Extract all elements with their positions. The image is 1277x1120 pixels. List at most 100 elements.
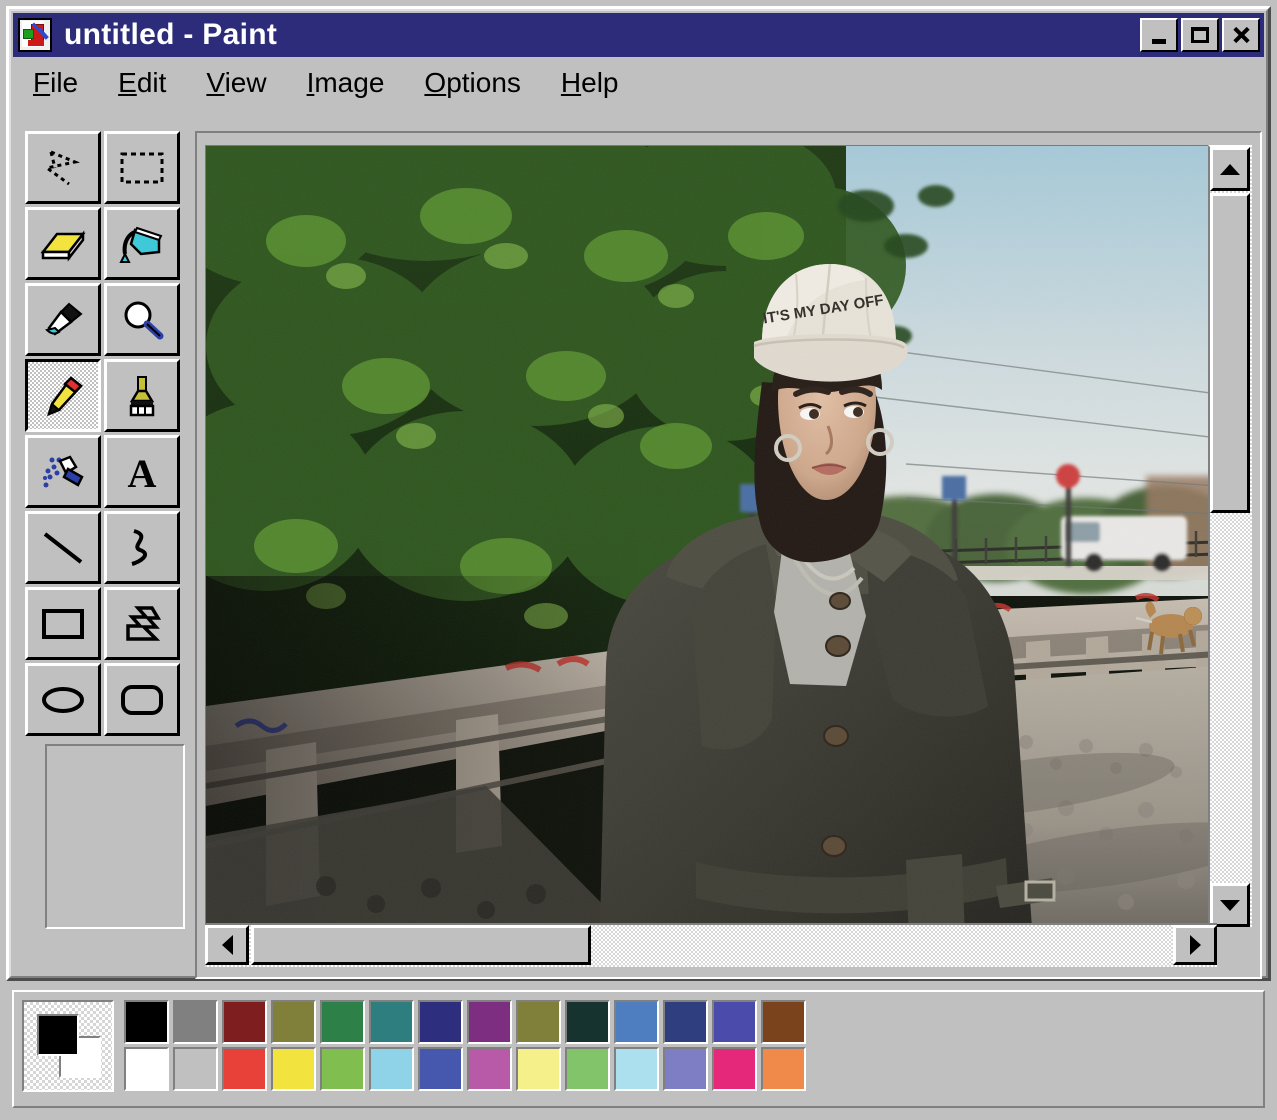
- pencil-tool[interactable]: [25, 359, 101, 432]
- palette-swatch[interactable]: [369, 1000, 414, 1044]
- arrow-up-icon: [1220, 163, 1240, 175]
- palette-swatch[interactable]: [516, 1047, 561, 1091]
- curve-icon: [131, 528, 147, 566]
- palette-swatch[interactable]: [418, 1047, 463, 1091]
- palette-swatch[interactable]: [712, 1047, 757, 1091]
- scroll-up-button[interactable]: [1210, 147, 1250, 191]
- palette-swatch[interactable]: [222, 1047, 267, 1091]
- scroll-right-button[interactable]: [1173, 925, 1217, 965]
- palette-swatch[interactable]: [320, 1000, 365, 1044]
- menu-item-help[interactable]: Help: [561, 67, 619, 99]
- eyedropper-icon: [45, 302, 83, 336]
- maximize-button[interactable]: [1181, 18, 1219, 52]
- arrow-left-icon: [221, 935, 233, 955]
- text-tool[interactable]: A: [104, 435, 180, 508]
- palette-swatch[interactable]: [565, 1047, 610, 1091]
- palette-swatch[interactable]: [320, 1047, 365, 1091]
- fill-tool[interactable]: [104, 207, 180, 280]
- minimize-icon: [1152, 38, 1166, 44]
- palette-swatch[interactable]: [516, 1000, 561, 1044]
- menu-item-view[interactable]: View: [206, 67, 266, 99]
- free-form-select-icon: [43, 150, 81, 185]
- canvas-photo: IT'S MY DAY OFF: [206, 146, 1217, 927]
- paint-application-window: untitled - Paint File Edit View Image Op…: [0, 0, 1277, 1120]
- palette-swatch[interactable]: [467, 1000, 512, 1044]
- palette-swatch[interactable]: [565, 1000, 610, 1044]
- arrow-down-icon: [1220, 899, 1240, 911]
- menu-label-file-rest: ile: [50, 67, 79, 98]
- rounded-rectangle-tool[interactable]: [104, 663, 180, 736]
- toolbox: A: [25, 131, 187, 739]
- palette-swatch[interactable]: [222, 1000, 267, 1044]
- palette-swatch[interactable]: [467, 1047, 512, 1091]
- menu-bar: File Edit View Image Options Help: [13, 61, 619, 105]
- ellipse-tool[interactable]: [25, 663, 101, 736]
- paint-bucket-icon: [119, 226, 163, 263]
- palette-swatch[interactable]: [271, 1000, 316, 1044]
- palette-swatch[interactable]: [124, 1000, 169, 1044]
- menu-item-image[interactable]: Image: [307, 67, 385, 99]
- horizontal-scroll-thumb[interactable]: [251, 925, 591, 965]
- window-controls: [1140, 18, 1260, 52]
- magnifier-icon: [124, 301, 164, 339]
- select-icon: [120, 152, 164, 183]
- magnifier-tool[interactable]: [104, 283, 180, 356]
- menu-label-help-rest: elp: [581, 67, 619, 98]
- horizontal-scrollbar[interactable]: [205, 923, 1217, 967]
- menu-label-edit-rest: dit: [136, 67, 167, 98]
- close-button[interactable]: [1222, 18, 1260, 52]
- palette-swatch[interactable]: [173, 1000, 218, 1044]
- select-tool[interactable]: [104, 131, 180, 204]
- palette-swatch[interactable]: [271, 1047, 316, 1091]
- scroll-left-button[interactable]: [205, 925, 249, 965]
- airbrush-tool[interactable]: [25, 435, 101, 508]
- eraser-tool[interactable]: [25, 207, 101, 280]
- color-indicator[interactable]: [22, 1000, 114, 1092]
- vertical-scrollbar[interactable]: [1208, 145, 1252, 927]
- eraser-icon: [40, 229, 86, 262]
- curve-tool[interactable]: [104, 511, 180, 584]
- airbrush-icon: [43, 454, 84, 487]
- window-title: untitled - Paint: [64, 18, 278, 51]
- palette-swatch[interactable]: [173, 1047, 218, 1091]
- menu-label-image-rest: mage: [314, 67, 385, 98]
- palette-swatch[interactable]: [761, 1047, 806, 1091]
- line-icon: [43, 531, 83, 564]
- palette-swatch[interactable]: [712, 1000, 757, 1044]
- minimize-button[interactable]: [1140, 18, 1178, 52]
- palette-swatches: [124, 1000, 808, 1092]
- line-tool[interactable]: [25, 511, 101, 584]
- svg-text:A: A: [128, 452, 157, 492]
- palette-swatch[interactable]: [663, 1000, 708, 1044]
- vertical-scroll-thumb[interactable]: [1210, 193, 1250, 513]
- menu-label-options-rest: ptions: [446, 67, 521, 98]
- color-palette-bar: [12, 990, 1265, 1108]
- palette-swatch[interactable]: [614, 1047, 659, 1091]
- menu-label-view-rest: iew: [224, 67, 267, 98]
- palette-swatch[interactable]: [369, 1047, 414, 1091]
- scroll-down-button[interactable]: [1210, 883, 1250, 927]
- canvas-viewport[interactable]: IT'S MY DAY OFF: [205, 145, 1217, 927]
- foreground-color-swatch[interactable]: [37, 1014, 79, 1056]
- rounded-rectangle-icon: [121, 684, 163, 715]
- rectangle-tool[interactable]: [25, 587, 101, 660]
- free-form-select-tool[interactable]: [25, 131, 101, 204]
- photograph: IT'S MY DAY OFF: [206, 146, 1217, 927]
- menu-item-options[interactable]: Options: [424, 67, 521, 99]
- canvas-area: IT'S MY DAY OFF: [195, 131, 1262, 979]
- tool-options-panel: [45, 744, 185, 929]
- paintbrush-icon: [129, 375, 155, 416]
- palette-swatch[interactable]: [418, 1000, 463, 1044]
- title-bar[interactable]: untitled - Paint: [13, 13, 1264, 57]
- text-icon: A: [128, 452, 157, 492]
- menu-item-edit[interactable]: Edit: [118, 67, 166, 99]
- brush-tool[interactable]: [104, 359, 180, 432]
- palette-swatch[interactable]: [124, 1047, 169, 1091]
- close-icon: [1232, 26, 1250, 44]
- palette-swatch[interactable]: [614, 1000, 659, 1044]
- menu-item-file[interactable]: File: [33, 67, 78, 99]
- pick-color-tool[interactable]: [25, 283, 101, 356]
- polygon-tool[interactable]: [104, 587, 180, 660]
- palette-swatch[interactable]: [663, 1047, 708, 1091]
- palette-swatch[interactable]: [761, 1000, 806, 1044]
